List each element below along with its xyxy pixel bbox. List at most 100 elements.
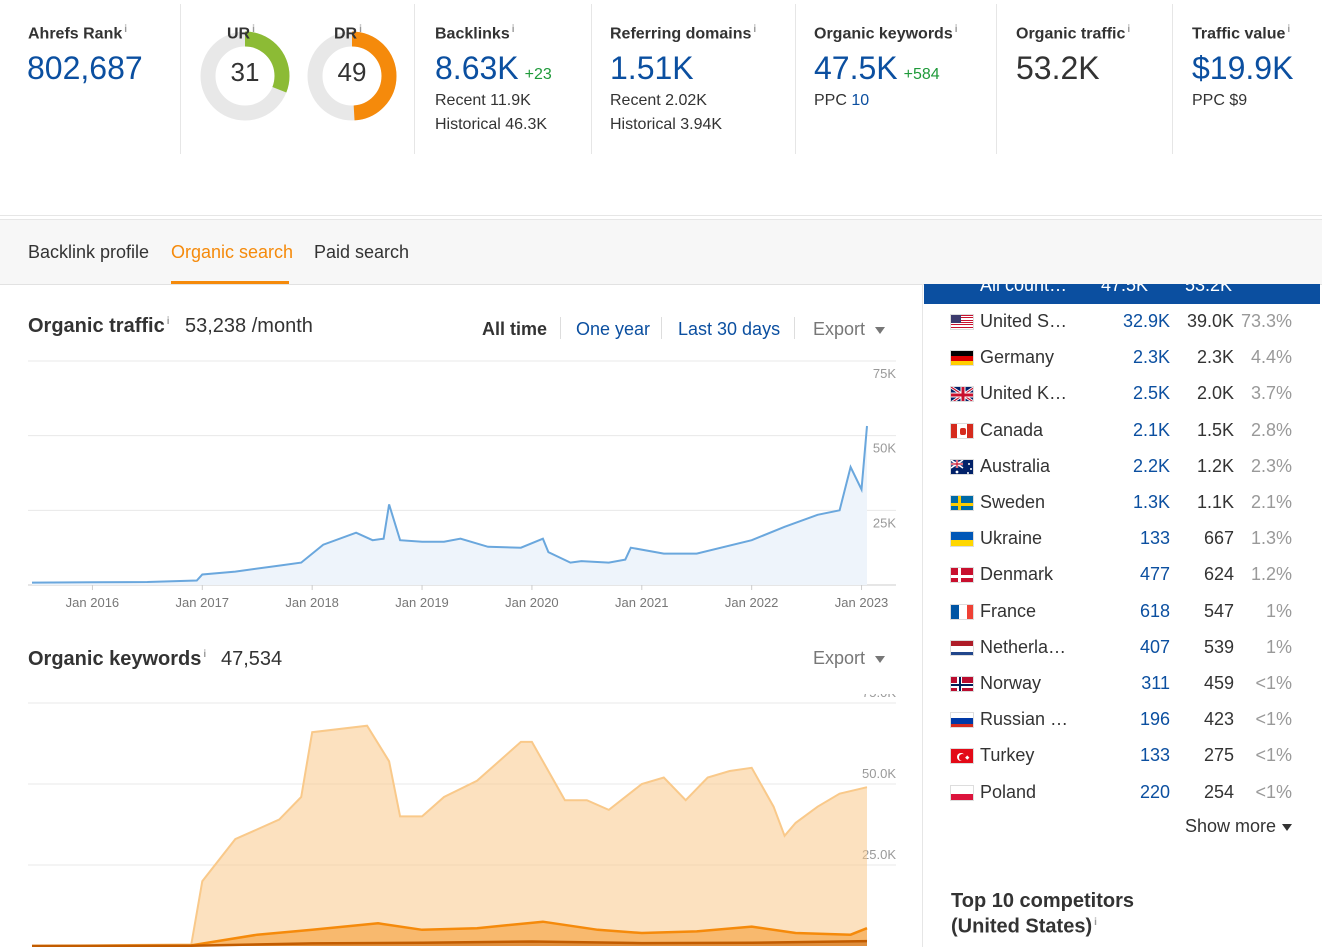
metric-label: Backlinks <box>435 25 510 43</box>
country-name: United K… <box>980 383 1068 404</box>
keywords-export-button[interactable]: Export <box>813 648 886 669</box>
country-traffic: 539 <box>1203 636 1234 657</box>
country-row[interactable]: Sweden 1.3K 1.1K 2.1% <box>923 489 1322 519</box>
info-icon[interactable]: i <box>124 24 127 35</box>
country-name: Poland <box>980 781 1037 802</box>
info-icon[interactable]: i <box>955 24 958 35</box>
country-row[interactable]: Norway 311 459 <1% <box>923 670 1322 700</box>
flag-pl-icon <box>950 784 974 801</box>
country-row[interactable]: United K… 2.5K 2.0K 3.7% <box>923 380 1322 410</box>
country-traffic-share: <1% <box>1255 781 1292 802</box>
country-keywords[interactable]: 311 <box>1141 673 1170 694</box>
country-row[interactable]: Canada 2.1K 1.5K 2.8% <box>923 417 1322 447</box>
country-traffic: 275 <box>1203 745 1234 766</box>
referring-domains-recent: Recent 2.02K <box>610 92 707 109</box>
flag-ca-icon <box>950 422 974 439</box>
country-keywords[interactable]: 32.9K <box>1123 311 1170 332</box>
organic-keywords-value[interactable]: 47.5K <box>814 50 898 86</box>
country-row[interactable]: Germany 2.3K 2.3K 4.4% <box>923 344 1322 374</box>
country-keywords[interactable]: 2.3K <box>1133 347 1170 368</box>
y-tick-label: 75K <box>873 366 896 381</box>
country-row[interactable]: Russian … 196 423 <1% <box>923 706 1322 736</box>
country-keywords[interactable]: 220 <box>1140 782 1170 803</box>
country-row[interactable]: Australia 2.2K 1.2K 2.3% <box>923 453 1322 483</box>
country-keywords[interactable]: 2.2K <box>1133 456 1170 477</box>
range-all-time[interactable]: All time <box>482 319 547 340</box>
info-icon[interactable]: i <box>167 316 170 327</box>
country-traffic: 423 <box>1203 709 1234 730</box>
range-last-30-days[interactable]: Last 30 days <box>678 319 780 340</box>
range-divider <box>794 317 795 339</box>
country-traffic: 1.2K <box>1196 455 1234 476</box>
info-icon[interactable]: i <box>512 24 515 35</box>
country-traffic: 1.1K <box>1196 492 1234 512</box>
show-more-label: Show more <box>1185 816 1277 836</box>
x-tick-label: Jan 2017 <box>176 595 230 610</box>
report-tabs: Backlink profile Organic search Paid sea… <box>0 219 1322 285</box>
info-icon[interactable]: i <box>1127 24 1130 35</box>
metric-ahrefs-rank: Ahrefs Rank i 802,687 <box>0 4 181 154</box>
country-row[interactable]: United S… 32.9K 39.0K 73.3% <box>923 308 1322 338</box>
country-keywords[interactable]: 1.3K <box>1133 492 1170 513</box>
country-keywords[interactable]: 2.1K <box>1133 420 1170 441</box>
flag-de-icon <box>950 350 974 367</box>
country-row[interactable]: Ukraine 133 667 1.3% <box>923 525 1322 555</box>
country-row[interactable]: France 618 547 1% <box>923 598 1322 628</box>
country-row-all-selected[interactable]: All count… 47.5K 53.2K <box>924 284 1320 304</box>
country-row[interactable]: Netherla… 407 539 1% <box>923 634 1322 664</box>
country-name: Canada <box>980 419 1044 440</box>
competitors-title-line1: Top 10 competitors <box>951 890 1134 912</box>
tab-backlink-profile[interactable]: Backlink profile <box>28 242 149 263</box>
metric-ratings: UR i 31 DR i 49 <box>181 4 415 154</box>
country-keywords[interactable]: 618 <box>1140 601 1170 622</box>
info-icon[interactable]: i <box>753 24 756 35</box>
info-icon[interactable]: i <box>252 24 255 35</box>
country-row[interactable]: Poland 220 254 <1% <box>923 779 1322 809</box>
country-name: Australia <box>980 455 1051 476</box>
country-keywords[interactable]: 133 <box>1140 745 1170 766</box>
country-keywords[interactable]: 477 <box>1140 564 1170 585</box>
country-keywords[interactable]: 196 <box>1140 709 1170 730</box>
traffic-value-value[interactable]: $19.9K <box>1192 50 1293 87</box>
country-traffic-share: 4.4% <box>1250 347 1292 368</box>
ppc-value[interactable]: 10 <box>851 92 869 109</box>
info-icon[interactable]: i <box>1287 24 1290 35</box>
country-keywords: 47.5K <box>1100 284 1148 295</box>
country-name: Germany <box>980 347 1055 368</box>
country-traffic-share: <1% <box>1255 709 1292 730</box>
metric-label: Ahrefs Rank <box>28 25 123 43</box>
ur-label: UR <box>227 25 251 43</box>
country-row[interactable]: Denmark 477 624 1.2% <box>923 561 1322 591</box>
organic-traffic-chart: 25K 50K 75K Jan 2016 Jan 2017 Jan 2018 Jan 201… <box>28 360 896 610</box>
tab-paid-search[interactable]: Paid search <box>314 242 409 263</box>
range-one-year[interactable]: One year <box>576 319 650 340</box>
show-more-button[interactable]: Show more <box>1185 816 1293 837</box>
country-name: Sweden <box>980 492 1046 512</box>
traffic-export-button[interactable]: Export <box>813 319 886 340</box>
flag-nl-icon <box>950 639 974 656</box>
referring-domains-value[interactable]: 1.51K <box>610 50 694 87</box>
info-icon[interactable]: i <box>1094 917 1097 928</box>
ppc-label: PPC <box>814 92 847 109</box>
y-tick-label: 25.0K <box>862 847 896 862</box>
tab-organic-search[interactable]: Organic search <box>171 242 293 263</box>
country-row[interactable]: Turkey 133 275 <1% <box>923 742 1322 772</box>
country-traffic-share: 1% <box>1265 600 1292 621</box>
country-keywords[interactable]: 2.5K <box>1133 383 1170 404</box>
country-traffic-share: 3.7% <box>1250 383 1292 404</box>
country-name: Russian … <box>980 709 1069 730</box>
x-tick-label: Jan 2020 <box>505 595 559 610</box>
info-icon[interactable]: i <box>359 24 362 35</box>
country-traffic-share: 1.3% <box>1250 528 1292 549</box>
country-traffic-share: 2.3% <box>1250 455 1292 476</box>
backlinks-value[interactable]: 8.63K <box>435 50 519 86</box>
y-tick-label: 50.0K <box>862 766 896 781</box>
keywords-section-value: 47,534 <box>221 648 283 670</box>
backlinks-recent: Recent 11.9K <box>435 92 531 109</box>
country-keywords[interactable]: 133 <box>1140 528 1170 549</box>
organic-keywords-delta: +584 <box>903 66 940 83</box>
info-icon[interactable]: i <box>203 649 206 660</box>
country-traffic: 2.0K <box>1196 383 1234 404</box>
country-traffic: 459 <box>1203 673 1234 693</box>
country-keywords[interactable]: 407 <box>1140 637 1170 658</box>
